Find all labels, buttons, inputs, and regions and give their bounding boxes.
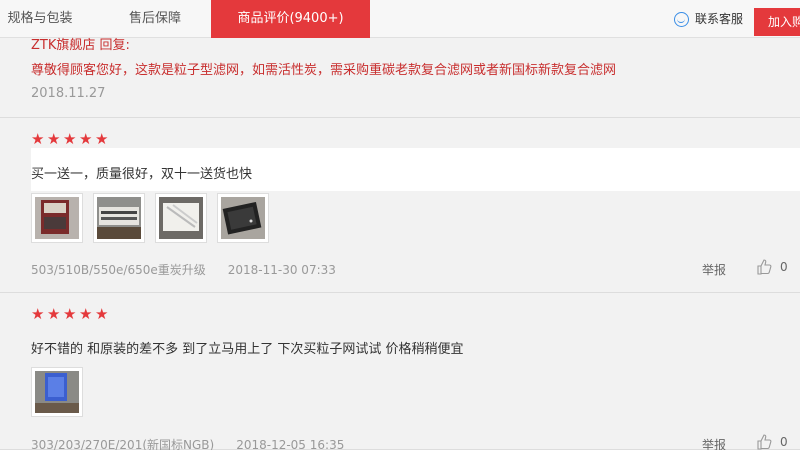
star-icon: ★ — [95, 130, 109, 148]
review-item: ★ ★ ★ ★ ★ 好不错的 和原装的差不多 到了立马用上了 下次买粒子网试试 … — [0, 293, 800, 450]
seller-reply: ZTK旗舰店 回复: 尊敬得顾客您好，这款是粒子型滤网，如需活性炭，需采购重碳老… — [0, 38, 800, 118]
star-icon: ★ — [95, 305, 109, 323]
review-content: 好不错的 和原装的差不多 到了立马用上了 下次买粒子网试试 价格稍稍便宜 — [31, 342, 464, 357]
review-image-thumb[interactable] — [31, 367, 83, 417]
star-icon: ★ — [47, 130, 61, 148]
customer-service-icon — [674, 11, 689, 27]
review-spec: 303/203/270E/201(新国标NGB) — [31, 438, 215, 450]
filter-photo-2 — [159, 197, 203, 239]
star-icon: ★ — [63, 305, 77, 323]
report-link[interactable]: 举报 — [702, 436, 726, 450]
review-meta: 303/203/270E/201(新国标NGB) 2018-12-05 16:35 — [31, 436, 344, 450]
filter-photo-3 — [221, 197, 265, 239]
review-date: 2018-11-30 07:33 — [227, 263, 336, 277]
filter-photo-1 — [97, 197, 141, 239]
review-images — [31, 367, 83, 417]
reply-header: ZTK旗舰店 回复: — [31, 38, 130, 53]
product-box-photo — [35, 197, 79, 239]
report-link[interactable]: 举报 — [702, 261, 726, 278]
star-rating: ★ ★ ★ ★ ★ — [31, 130, 109, 148]
star-icon: ★ — [79, 130, 93, 148]
review-images — [31, 193, 269, 243]
star-icon: ★ — [63, 130, 77, 148]
product-tab-bar: 规格与包装 售后保障 商品评价(9400+) 联系客服 加入购物车 — [0, 0, 800, 38]
review-content: 买一送一，质量很好，双十一送货也快 — [31, 167, 253, 182]
contact-service-link[interactable]: 联系客服 — [674, 0, 743, 38]
contact-service-label: 联系客服 — [695, 12, 744, 26]
tab-after-sale[interactable]: 售后保障 — [110, 0, 200, 38]
like-button[interactable]: 0 — [756, 434, 788, 450]
star-icon: ★ — [47, 305, 61, 323]
star-rating: ★ ★ ★ ★ ★ — [31, 305, 109, 323]
review-image-thumb[interactable] — [93, 193, 145, 243]
thumbs-up-icon — [757, 259, 772, 275]
review-image-thumb[interactable] — [155, 193, 207, 243]
review-image-thumb[interactable] — [217, 193, 269, 243]
review-text-highlight: 买一送一，质量很好，双十一送货也快 — [31, 148, 800, 191]
star-icon: ★ — [79, 305, 93, 323]
like-count: 0 — [780, 260, 788, 274]
like-button[interactable]: 0 — [756, 259, 788, 275]
star-icon: ★ — [31, 130, 45, 148]
add-to-cart-button[interactable]: 加入购物车 — [754, 8, 800, 36]
review-spec: 503/510B/550e/650e重炭升级 — [31, 263, 206, 277]
star-icon: ★ — [31, 305, 45, 323]
like-count: 0 — [780, 435, 788, 449]
reply-text: 尊敬得顾客您好，这款是粒子型滤网，如需活性炭，需采购重碳老款复合滤网或者新国标新… — [31, 63, 617, 78]
blue-filter-photo — [35, 371, 79, 413]
review-date: 2018-12-05 16:35 — [236, 438, 345, 450]
reply-date: 2018.11.27 — [31, 86, 106, 101]
tab-reviews[interactable]: 商品评价(9400+) — [211, 0, 370, 38]
review-meta: 503/510B/550e/650e重炭升级 2018-11-30 07:33 — [31, 261, 336, 278]
review-image-thumb[interactable] — [31, 193, 83, 243]
tab-spec-packaging[interactable]: 规格与包装 — [0, 0, 80, 38]
thumbs-up-icon — [757, 434, 772, 450]
